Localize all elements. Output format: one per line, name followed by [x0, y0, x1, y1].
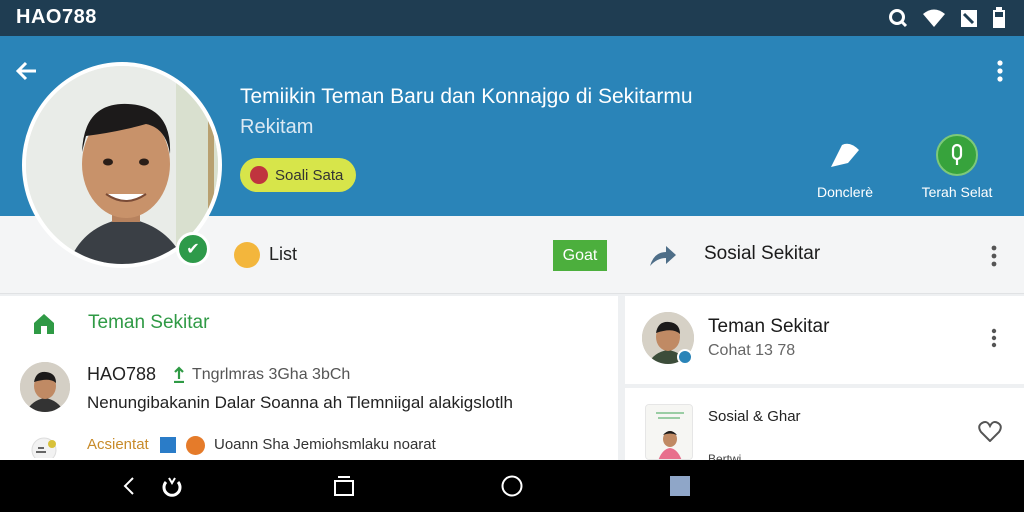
pill-icon — [250, 166, 268, 184]
back-arrow-icon[interactable] — [14, 58, 42, 86]
flag-icon — [160, 437, 176, 453]
microphone-icon — [936, 134, 978, 176]
nav-home-icon[interactable] — [500, 474, 524, 498]
online-badge-icon — [677, 349, 693, 365]
footer-text: Uoann Sha Jemiohsmlaku noarat — [214, 436, 436, 453]
status-app-name: HAO788 — [16, 6, 97, 28]
wifi-icon — [922, 8, 946, 33]
verified-check-icon: ✔ — [176, 232, 210, 266]
emoji-icon — [234, 242, 260, 268]
location-pill[interactable]: Soali Sata — [240, 158, 356, 192]
go-button[interactable]: Goat — [553, 240, 607, 271]
search-icon — [888, 8, 908, 33]
action-bookmark[interactable]: Donclerè — [800, 134, 890, 200]
action-bookmark-label: Donclerè — [816, 184, 874, 200]
chat-card-title: Teman Sekitar — [708, 316, 830, 337]
social-thumbnail — [645, 404, 693, 460]
notification-icon — [24, 436, 64, 463]
chat-more-icon[interactable] — [987, 328, 1001, 348]
nav-gesture-icon[interactable] — [160, 474, 184, 498]
nav-square-icon[interactable] — [668, 474, 692, 498]
pill-label: Soali Sata — [275, 166, 344, 184]
more-options-icon[interactable] — [990, 58, 1010, 86]
signal-icon — [960, 8, 978, 33]
action-voice[interactable]: Terah Selat — [912, 134, 1002, 200]
coin-icon — [186, 436, 205, 455]
heart-icon[interactable] — [978, 420, 1002, 443]
home-icon — [32, 312, 56, 336]
header-title: Temiikin Teman Baru dan Konnajgo di Seki… — [240, 85, 693, 108]
battery-icon — [992, 7, 1006, 34]
upload-icon — [172, 366, 186, 384]
status-bar: HAO788 — [0, 0, 1024, 36]
section-title: Sosial Sekitar — [704, 243, 821, 264]
header-subtitle: Rekitam — [240, 116, 314, 138]
nearby-friends-title: Teman Sekitar — [88, 312, 210, 333]
post-text: Nenungibakanin Dalar Soanna ah Tlemniiga… — [87, 393, 513, 412]
share-icon[interactable] — [648, 244, 678, 268]
footer-label[interactable]: Acsientat — [87, 436, 149, 453]
bookmark-icon — [824, 134, 866, 176]
nav-recents-icon[interactable] — [332, 474, 356, 498]
post-avatar[interactable] — [20, 362, 70, 412]
nav-back-icon[interactable] — [118, 474, 142, 498]
action-voice-label: Terah Selat — [921, 184, 993, 200]
section-more-icon[interactable] — [987, 244, 1001, 268]
status-icons — [888, 7, 1006, 34]
post-meta: Tngrlmras 3Gha 3bCh — [192, 366, 351, 383]
post-author-name[interactable]: HAO788 — [87, 364, 156, 385]
list-tab[interactable]: List — [269, 244, 297, 265]
chat-card-subtitle: Cohat 13 78 — [708, 342, 796, 359]
social-card-title: Sosial & Ghar — [708, 408, 801, 425]
